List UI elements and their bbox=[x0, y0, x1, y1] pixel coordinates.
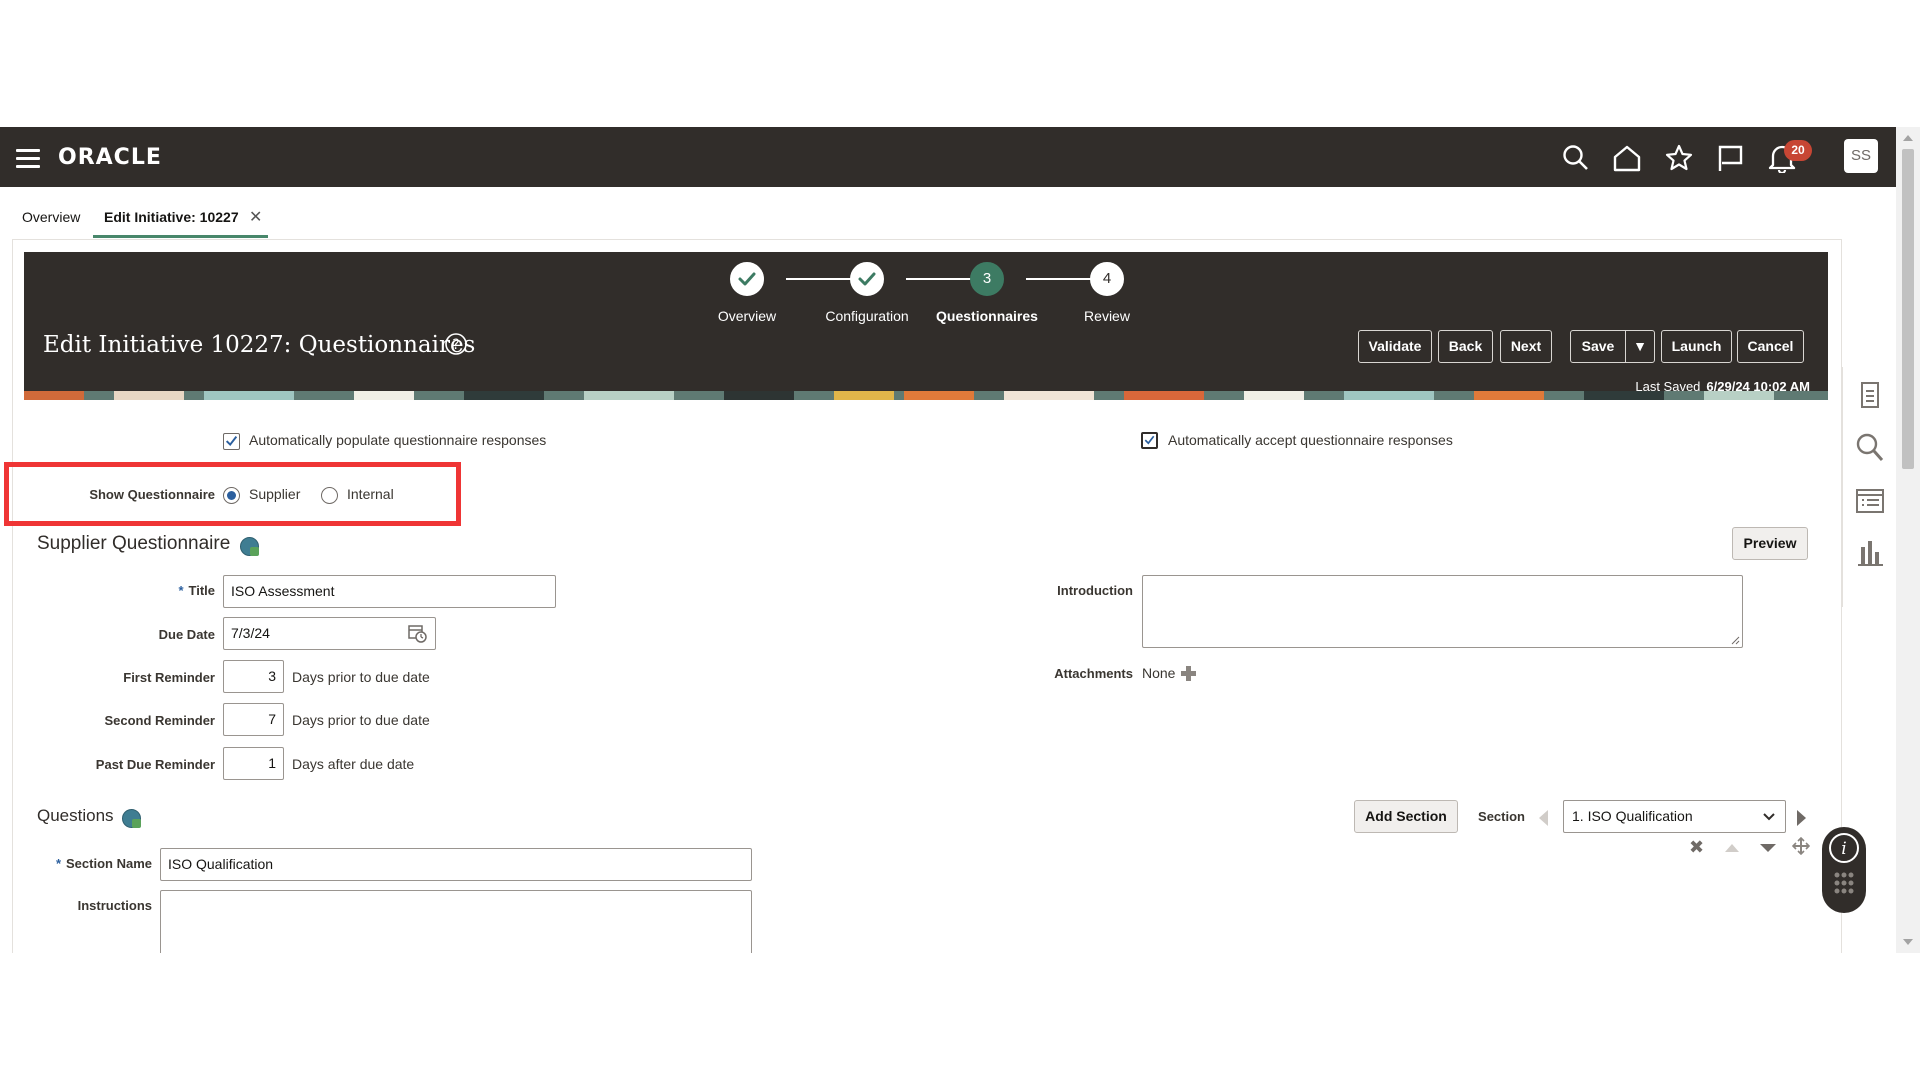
section-select-value: 1. ISO Qualification bbox=[1572, 808, 1693, 824]
section-name-input[interactable]: ISO Qualification bbox=[160, 848, 752, 881]
list-icon[interactable] bbox=[1854, 485, 1886, 517]
save-menu-chevron-icon[interactable]: ▼ bbox=[1625, 330, 1655, 363]
watchlist-flag-icon[interactable] bbox=[1715, 143, 1745, 173]
supplier-questionnaire-heading: Supplier Questionnaire bbox=[37, 533, 231, 554]
resize-handle-icon[interactable] bbox=[1730, 635, 1740, 645]
instructions-textarea[interactable] bbox=[160, 890, 752, 953]
chevron-down-icon bbox=[1763, 813, 1775, 821]
validate-button[interactable]: Validate bbox=[1358, 330, 1432, 363]
home-icon[interactable] bbox=[1612, 143, 1642, 173]
oracle-logo: ORACLE bbox=[58, 145, 162, 170]
section-select[interactable]: 1. ISO Qualification bbox=[1563, 800, 1786, 833]
section-name-label: * Section Name bbox=[55, 856, 152, 871]
move-up-icon[interactable] bbox=[1725, 844, 1739, 852]
train-stop-review[interactable]: 4 bbox=[1090, 262, 1124, 296]
help-info-widget[interactable]: i bbox=[1822, 827, 1866, 913]
first-reminder-input[interactable]: 3 bbox=[223, 660, 284, 693]
decorative-pattern-band bbox=[24, 391, 1828, 400]
next-button[interactable]: Next bbox=[1500, 330, 1552, 363]
supplier-radio-label[interactable]: Supplier bbox=[249, 486, 300, 502]
page-header: 3 4 Overview Configuration Questionnaire… bbox=[24, 252, 1828, 400]
due-date-input[interactable]: 7/3/24 bbox=[223, 617, 436, 650]
train-label-review[interactable]: Review bbox=[1042, 308, 1172, 324]
attachments-label: Attachments bbox=[1054, 666, 1133, 681]
global-header: ORACLE 20 SS bbox=[0, 127, 1896, 187]
active-tab-indicator bbox=[93, 235, 268, 238]
move-down-icon[interactable] bbox=[1760, 844, 1776, 852]
internal-radio[interactable] bbox=[321, 487, 338, 504]
introduction-textarea[interactable] bbox=[1142, 575, 1743, 648]
auto-populate-checkbox[interactable] bbox=[223, 433, 240, 450]
checkmark-icon bbox=[225, 436, 238, 447]
train-stop-questionnaires[interactable]: 3 bbox=[970, 262, 1004, 296]
train-stop-configuration[interactable] bbox=[850, 262, 884, 296]
app-screen: ORACLE 20 SS Overview Edit Initiative: 1… bbox=[0, 127, 1920, 953]
past-due-reminder-label: Past Due Reminder bbox=[95, 757, 215, 772]
first-reminder-suffix: Days prior to due date bbox=[292, 669, 430, 685]
next-section-arrow-icon[interactable] bbox=[1797, 810, 1806, 826]
back-button[interactable]: Back bbox=[1438, 330, 1493, 363]
checkmark-icon bbox=[858, 272, 876, 286]
preview-button[interactable]: Preview bbox=[1732, 527, 1808, 560]
attachments-value: None bbox=[1142, 665, 1176, 681]
scroll-down-arrow-icon[interactable] bbox=[1903, 939, 1913, 945]
scroll-up-arrow-icon[interactable] bbox=[1903, 135, 1913, 141]
calendar-icon[interactable] bbox=[407, 623, 427, 643]
second-reminder-suffix: Days prior to due date bbox=[292, 712, 430, 728]
show-questionnaire-label: Show Questionnaire bbox=[89, 487, 215, 502]
first-reminder-label: First Reminder bbox=[123, 670, 215, 685]
auto-accept-label: Automatically accept questionnaire respo… bbox=[1168, 432, 1453, 448]
menu-icon[interactable] bbox=[16, 149, 40, 168]
search-panel-icon[interactable] bbox=[1854, 431, 1886, 463]
title-label: * Title bbox=[178, 583, 215, 598]
search-icon[interactable] bbox=[1561, 143, 1591, 173]
analytics-chart-icon[interactable] bbox=[1854, 537, 1886, 569]
svg-text:?: ? bbox=[452, 337, 459, 353]
checkmark-icon bbox=[1144, 435, 1155, 445]
side-panel bbox=[1842, 367, 1896, 607]
document-icon[interactable] bbox=[1854, 379, 1886, 411]
page-title: Edit Initiative 10227: Questionnaires bbox=[43, 332, 476, 358]
tab-edit-initiative[interactable]: Edit Initiative: 10227 bbox=[104, 209, 239, 225]
tab-overview[interactable]: Overview bbox=[22, 209, 80, 225]
auto-accept-checkbox[interactable] bbox=[1141, 432, 1158, 449]
section-label: Section bbox=[1478, 809, 1525, 824]
questions-heading: Questions bbox=[37, 806, 114, 825]
train-label-questionnaires[interactable]: Questionnaires bbox=[922, 308, 1052, 324]
launch-button[interactable]: Launch bbox=[1661, 330, 1732, 363]
page-scrollbar[interactable] bbox=[1896, 127, 1920, 953]
introduction-label: Introduction bbox=[1057, 583, 1133, 598]
reorder-move-icon[interactable] bbox=[1791, 836, 1811, 856]
instructions-label: Instructions bbox=[77, 898, 152, 913]
translation-globe-icon[interactable] bbox=[122, 809, 141, 828]
save-button[interactable]: Save bbox=[1570, 330, 1626, 363]
second-reminder-label: Second Reminder bbox=[104, 713, 215, 728]
svg-text:i: i bbox=[1841, 839, 1846, 859]
delete-section-icon[interactable]: ✖ bbox=[1689, 837, 1704, 858]
favorites-star-icon[interactable] bbox=[1664, 143, 1694, 173]
internal-radio-label[interactable]: Internal bbox=[347, 486, 394, 502]
checkmark-icon bbox=[738, 272, 756, 286]
past-due-reminder-suffix: Days after due date bbox=[292, 756, 415, 772]
add-section-button[interactable]: Add Section bbox=[1354, 800, 1458, 833]
auto-populate-label: Automatically populate questionnaire res… bbox=[249, 432, 547, 448]
train-label-overview[interactable]: Overview bbox=[682, 308, 812, 324]
previous-section-arrow-icon[interactable] bbox=[1539, 810, 1548, 826]
train-label-configuration[interactable]: Configuration bbox=[802, 308, 932, 324]
translation-globe-icon[interactable] bbox=[240, 537, 259, 556]
user-avatar[interactable]: SS bbox=[1844, 139, 1878, 173]
title-input[interactable]: ISO Assessment bbox=[223, 575, 556, 608]
close-tab-icon[interactable]: ✕ bbox=[249, 207, 262, 227]
second-reminder-input[interactable]: 7 bbox=[223, 703, 284, 736]
add-attachment-icon[interactable] bbox=[1180, 665, 1197, 682]
supplier-radio[interactable] bbox=[223, 487, 240, 504]
scroll-thumb[interactable] bbox=[1902, 149, 1914, 469]
notification-count-badge: 20 bbox=[1784, 140, 1812, 161]
due-date-label: Due Date bbox=[158, 627, 215, 642]
help-icon[interactable]: ? bbox=[444, 332, 468, 356]
past-due-reminder-input[interactable]: 1 bbox=[223, 747, 284, 780]
cancel-button[interactable]: Cancel bbox=[1737, 330, 1804, 363]
train-stop-overview[interactable] bbox=[730, 262, 764, 296]
